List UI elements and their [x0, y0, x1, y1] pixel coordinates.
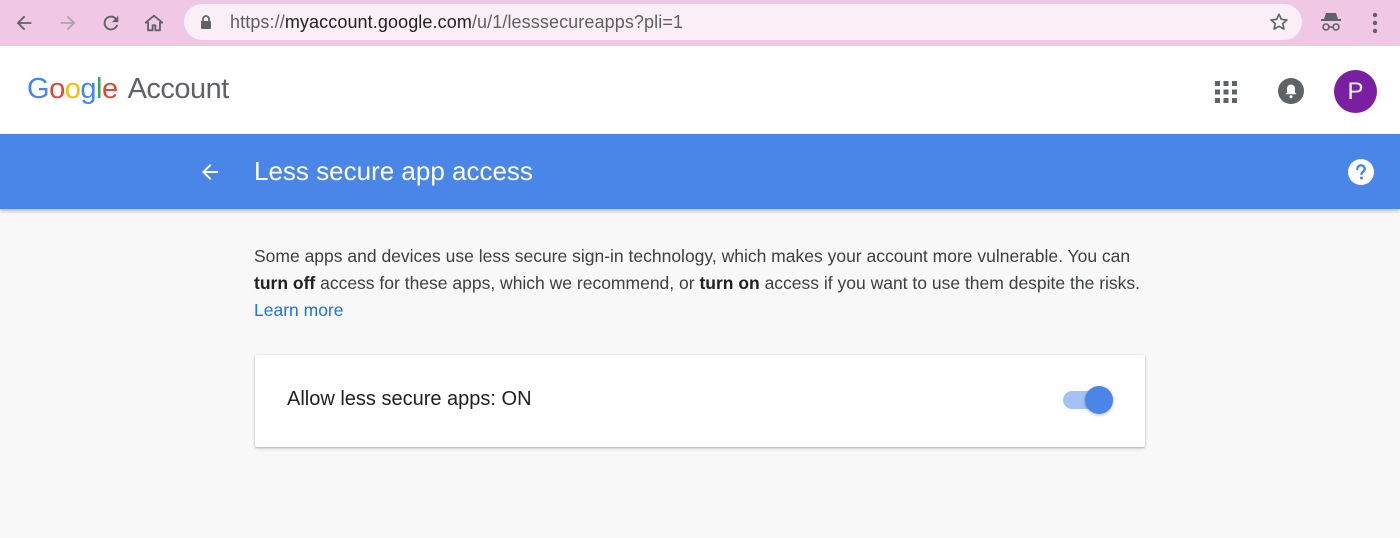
description-part: access for these apps, which we recommen… — [315, 273, 700, 293]
google-account-logo[interactable]: Google Account — [27, 73, 229, 106]
browser-toolbar: https://myaccount.google.com/u/1/lesssec… — [0, 0, 1400, 46]
url-scheme: https:// — [230, 12, 285, 32]
account-header: Google Account — [0, 46, 1400, 134]
logo-letter: e — [101, 73, 118, 105]
description-part: Some apps and devices use less secure si… — [254, 246, 1131, 266]
url-host: myaccount.google.com — [284, 12, 472, 32]
forward-icon[interactable] — [54, 9, 82, 37]
star-icon[interactable] — [1268, 11, 1290, 38]
setting-card: Allow less secure apps: ON — [255, 355, 1145, 447]
page-title-bar: Less secure app access — [0, 134, 1400, 209]
help-icon[interactable] — [1347, 158, 1375, 191]
lock-icon[interactable] — [200, 14, 212, 35]
logo-letter: o — [64, 73, 81, 105]
avatar[interactable]: P — [1334, 70, 1377, 113]
allow-less-secure-apps-toggle[interactable] — [1063, 385, 1115, 415]
apps-grid-icon[interactable] — [1214, 80, 1238, 109]
turn-on-emphasis: turn on — [699, 273, 760, 293]
learn-more-link[interactable]: Learn more — [254, 300, 344, 320]
logo-letter: g — [80, 73, 96, 105]
browser-menu-icon[interactable] — [1372, 12, 1378, 39]
notifications-bell-icon[interactable] — [1277, 77, 1305, 110]
turn-off-emphasis: turn off — [254, 273, 316, 293]
reload-icon[interactable] — [97, 9, 125, 37]
url-text[interactable]: https://myaccount.google.com/u/1/lesssec… — [230, 12, 683, 33]
toggle-knob — [1085, 386, 1113, 414]
logo-letter: o — [49, 73, 65, 105]
url-path: /u/1/lesssecureapps?pli=1 — [471, 12, 684, 32]
address-bar[interactable]: https://myaccount.google.com/u/1/lesssec… — [184, 4, 1302, 40]
home-icon[interactable] — [140, 9, 168, 37]
logo-product-name: Account — [127, 73, 230, 105]
incognito-icon[interactable] — [1318, 10, 1344, 39]
setting-label: Allow less secure apps: ON — [287, 388, 532, 410]
back-icon[interactable] — [10, 9, 38, 37]
description-part: access if you want to use them despite t… — [759, 273, 1141, 293]
page-title: Less secure app access — [254, 156, 533, 186]
back-arrow-icon[interactable] — [197, 160, 223, 189]
logo-letter: G — [27, 73, 50, 105]
description-text: Some apps and devices use less secure si… — [254, 243, 1154, 324]
